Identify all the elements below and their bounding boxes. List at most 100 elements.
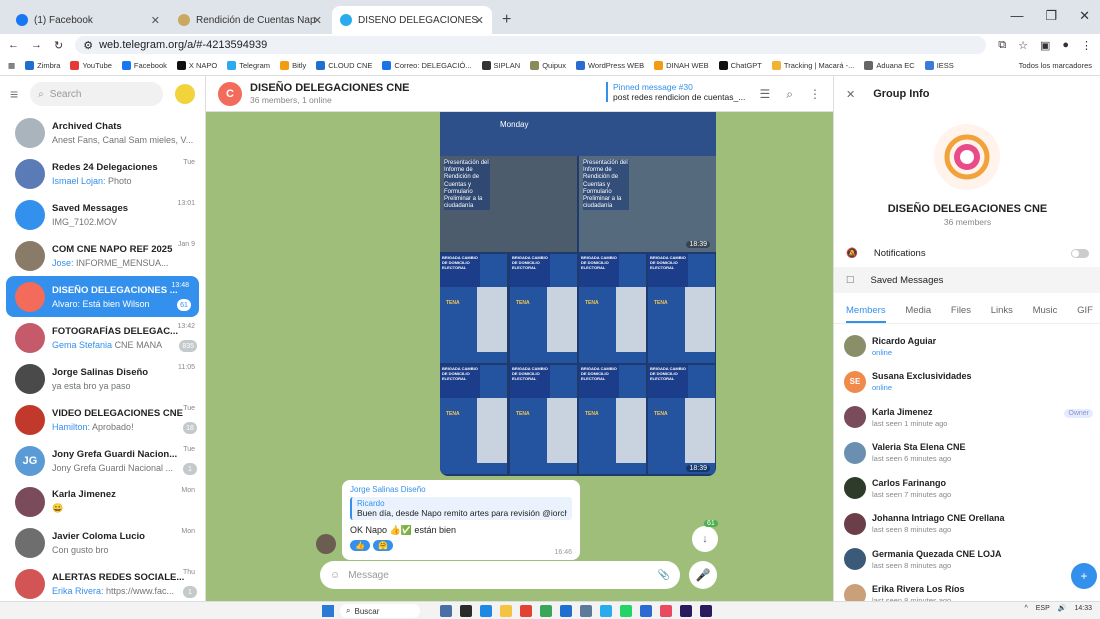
user-avatar[interactable] bbox=[175, 84, 195, 104]
taskbar-search[interactable]: ⌕ Buscar bbox=[340, 604, 420, 618]
more-icon[interactable]: ⋮ bbox=[809, 87, 821, 102]
flyer-photo[interactable]: BRIGADA CAMBIO DE DOMICILIO ELECTORAL TEN… bbox=[510, 254, 577, 363]
reaction[interactable]: 🤗 bbox=[372, 540, 393, 551]
app-icon[interactable] bbox=[560, 605, 572, 617]
app-icon[interactable] bbox=[440, 605, 452, 617]
volume-icon[interactable]: 🔊 bbox=[1058, 604, 1067, 612]
all-bookmarks[interactable]: Todos los marcadores bbox=[1019, 61, 1092, 70]
emoji-icon[interactable]: ☺ bbox=[330, 570, 340, 581]
close-icon[interactable]: ✕ bbox=[846, 88, 855, 101]
bookmark-item[interactable]: Zimbra bbox=[25, 61, 60, 70]
member-row[interactable]: Carlos Farinango last seen 7 minutes ago bbox=[834, 470, 1100, 506]
tab-files[interactable]: Files bbox=[951, 302, 971, 323]
flyer-photo[interactable]: BRIGADA CAMBIO DE DOMICILIO ELECTORAL TEN… bbox=[579, 254, 646, 363]
photo[interactable]: Presentación del Informe de Rendición de… bbox=[440, 156, 577, 252]
menu-icon[interactable]: ⋮ bbox=[1081, 39, 1092, 52]
notifications-row[interactable]: 🔕 Notifications bbox=[834, 240, 1100, 266]
reply-quote[interactable]: Ricardo Buen día, desde Napo remito arte… bbox=[350, 497, 572, 520]
flyer-photo[interactable]: BRIGADA CAMBIO DE DOMICILIO ELECTORAL TEN… bbox=[440, 254, 507, 363]
chat-item[interactable]: COM CNE NAPO REF 2025 Jose: INFORME_MENSU… bbox=[0, 235, 205, 276]
browser-tab-rendicion[interactable]: Rendición de Cuentas Napo 20 ✕ bbox=[170, 6, 330, 34]
app-icon[interactable] bbox=[580, 605, 592, 617]
restore-icon[interactable]: ❐ bbox=[1045, 8, 1057, 24]
bookmark-item[interactable]: Tracking | Macará -... bbox=[771, 61, 854, 70]
app-icon[interactable] bbox=[480, 605, 492, 617]
close-tab-icon[interactable]: ✕ bbox=[151, 14, 160, 27]
pinned-message[interactable]: Pinned message #30 post redes rendicion … bbox=[606, 82, 746, 102]
member-row[interactable]: Valeria Sta Elena CNE last seen 6 minutes… bbox=[834, 435, 1100, 471]
photo-album[interactable]: Monday Presentación del Informe de Rendi… bbox=[440, 112, 716, 476]
minimize-icon[interactable]: — bbox=[1010, 8, 1023, 24]
chevron-up-icon[interactable]: ^ bbox=[1024, 605, 1027, 612]
bookmark-item[interactable]: YouTube bbox=[70, 61, 112, 70]
premiere-icon[interactable] bbox=[700, 605, 712, 617]
forward-icon[interactable]: → bbox=[31, 39, 42, 51]
extensions-icon[interactable]: ▣ bbox=[1040, 39, 1050, 52]
flyer-photo[interactable]: BRIGADA CAMBIO DE DOMICILIO ELECTORAL TEN… bbox=[648, 254, 715, 363]
bookmark-item[interactable]: IESS bbox=[924, 61, 954, 70]
member-row[interactable]: Karla Jimenez last seen 1 minute ago Owner bbox=[834, 399, 1100, 435]
chrome-icon[interactable] bbox=[520, 605, 532, 617]
flyer-photo[interactable]: BRIGADA CAMBIO DE DOMICILIO ELECTORAL TEN… bbox=[648, 365, 715, 474]
bookmark-item[interactable]: Correo: DELEGACIÓ... bbox=[382, 61, 472, 70]
app-icon[interactable] bbox=[540, 605, 552, 617]
bookmark-item[interactable]: X NAPO bbox=[176, 61, 217, 70]
bookmark-item[interactable]: ChatGPT bbox=[718, 61, 762, 70]
flyer-photo[interactable]: BRIGADA CAMBIO DE DOMICILIO ELECTORAL TEN… bbox=[510, 365, 577, 474]
whatsapp-icon[interactable] bbox=[620, 605, 632, 617]
tab-members[interactable]: Members bbox=[846, 302, 886, 323]
flyer-photo[interactable]: BRIGADA CAMBIO DE DOMICILIO ELECTORAL TEN… bbox=[579, 365, 646, 474]
bookmark-item[interactable]: Quipux bbox=[530, 61, 566, 70]
saved-messages-row[interactable]: ☐ Saved Messages bbox=[834, 267, 1100, 293]
chat-item[interactable]: Saved Messages IMG_7102.MOV 13:01 bbox=[0, 194, 205, 235]
site-info-icon[interactable]: ⚙ bbox=[83, 39, 93, 52]
member-row[interactable]: Johanna Intriago CNE Orellana last seen 8… bbox=[834, 506, 1100, 542]
bookmark-star-icon[interactable]: ☆ bbox=[1018, 39, 1028, 52]
photo[interactable]: Presentación del Informe de Rendición de… bbox=[579, 156, 716, 252]
language-indicator[interactable]: ESP bbox=[1036, 605, 1050, 612]
chat-item[interactable]: Redes 24 Delegaciones Ismael Lojan: Photo… bbox=[0, 153, 205, 194]
hamburger-menu-icon[interactable]: ≡ bbox=[10, 86, 18, 102]
chat-item[interactable]: DISEÑO DELEGACIONES ... Alvaro: Está bien… bbox=[6, 276, 199, 317]
close-window-icon[interactable]: ✕ bbox=[1079, 8, 1090, 24]
browser-tab-facebook[interactable]: (1) Facebook ✕ bbox=[8, 6, 168, 34]
group-avatar-large[interactable] bbox=[934, 124, 1000, 190]
message-sender[interactable]: Jorge Salinas Diseño bbox=[350, 485, 572, 494]
chat-item[interactable]: Archived Chats Anest Fans, Canal Sam mie… bbox=[0, 112, 205, 153]
message-input[interactable]: ☺ Message 📎 bbox=[320, 561, 680, 589]
close-tab-icon[interactable]: ✕ bbox=[313, 14, 322, 27]
message-bubble[interactable]: Jorge Salinas Diseño Ricardo Buen día, d… bbox=[342, 480, 580, 560]
microphone-button[interactable]: 🎤 bbox=[689, 561, 717, 589]
app-icon[interactable] bbox=[660, 605, 672, 617]
bookmark-item[interactable]: Bitly bbox=[280, 61, 306, 70]
member-row[interactable]: SE Susana Exclusividades online bbox=[834, 364, 1100, 400]
member-row[interactable]: Germania Quezada CNE LOJA last seen 8 min… bbox=[834, 541, 1100, 577]
after-effects-icon[interactable] bbox=[680, 605, 692, 617]
browser-tab-telegram[interactable]: DISEÑO DELEGACIONES CNE ✕ bbox=[332, 6, 492, 34]
reaction[interactable]: 👍 bbox=[350, 540, 370, 551]
bookmark-item[interactable]: Aduana EC bbox=[864, 61, 915, 70]
folder-icon[interactable] bbox=[500, 605, 512, 617]
chat-item[interactable]: FOTOGRAFÍAS DELEGAC... Gema Stefania CNE … bbox=[0, 317, 205, 358]
bookmark-item[interactable]: SIPLAN bbox=[481, 61, 520, 70]
scroll-down-button[interactable]: ↓ bbox=[692, 526, 718, 552]
chat-title[interactable]: DISEÑO DELEGACIONES CNE bbox=[250, 82, 410, 94]
member-row[interactable]: Ricardo Aguiar online bbox=[834, 328, 1100, 364]
chat-item[interactable]: JG Jony Grefa Guardi Nacion... Jony Grefa… bbox=[0, 440, 205, 481]
photo[interactable]: Monday bbox=[440, 112, 716, 156]
bookmark-item[interactable]: DINAH WEB bbox=[654, 61, 709, 70]
bookmark-item[interactable]: WordPress WEB bbox=[575, 61, 644, 70]
tab-music[interactable]: Music bbox=[1033, 302, 1058, 323]
tab-media[interactable]: Media bbox=[905, 302, 931, 323]
sender-avatar[interactable] bbox=[316, 534, 336, 554]
chat-item[interactable]: Jorge Salinas Diseño ya esta bro ya paso… bbox=[0, 358, 205, 399]
tab-links[interactable]: Links bbox=[991, 302, 1013, 323]
bookmark-item[interactable]: Facebook bbox=[121, 61, 167, 70]
chat-item[interactable]: Javier Coloma Lucio Con gusto bro Mon bbox=[0, 522, 205, 563]
bookmark-item[interactable]: CLOUD CNE bbox=[316, 61, 372, 70]
search-icon[interactable]: ⌕ bbox=[786, 87, 793, 102]
url-field[interactable]: ⚙ web.telegram.org/a/#-4213594939 bbox=[75, 36, 987, 54]
chat-item[interactable]: Karla Jimenez 😀 Mon bbox=[0, 481, 205, 522]
bookmark-item[interactable]: Telegram bbox=[227, 61, 270, 70]
attach-icon[interactable]: 📎 bbox=[658, 570, 670, 581]
